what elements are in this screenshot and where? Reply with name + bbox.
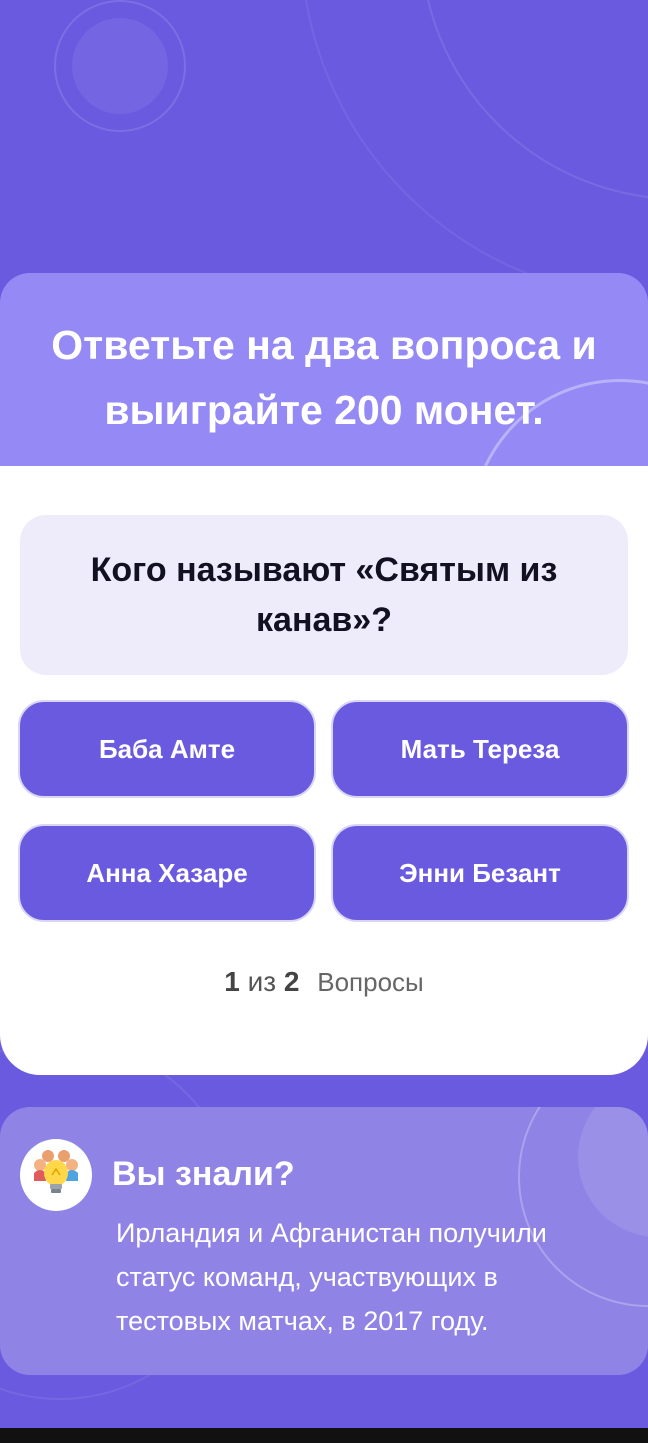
progress-separator: из: [247, 966, 277, 997]
answer-option-1[interactable]: Баба Амте: [18, 700, 316, 798]
fact-title: Вы знали?: [112, 1155, 295, 1193]
question-text: Кого называют «Святым из канав»?: [90, 551, 558, 639]
lightbulb-kids-icon: [20, 1139, 92, 1211]
answer-option-2[interactable]: Мать Тереза: [331, 700, 629, 798]
answer-option-4[interactable]: Энни Безант: [331, 824, 629, 922]
progress-total: 2: [283, 966, 300, 997]
progress-current: 1: [224, 966, 240, 997]
quiz-card: Кого называют «Святым из канав»? Баба Ам…: [0, 466, 648, 1075]
progress-label: Вопросы: [317, 967, 424, 997]
lightbulb-icon: [34, 1150, 78, 1193]
question-box: Кого называют «Святым из канав»?: [20, 515, 628, 675]
did-you-know-card: Вы знали? Ирландия и Афганистан получили…: [0, 1107, 648, 1375]
fact-text: Ирландия и Афганистан получили статус ко…: [116, 1218, 547, 1336]
deco-ring: [54, 0, 186, 132]
deco-dot: [72, 18, 168, 114]
hero-banner: Ответьте на два вопроса и выиграйте 200 …: [0, 273, 648, 467]
deco-arc: [420, 0, 648, 200]
system-nav-bar: [0, 1428, 648, 1443]
question-progress: 1 из 2 Вопросы: [0, 966, 648, 998]
answer-option-3[interactable]: Анна Хазаре: [18, 824, 316, 922]
hero-title: Ответьте на два вопроса и выиграйте 200 …: [51, 322, 597, 433]
deco-arc: [300, 0, 648, 300]
